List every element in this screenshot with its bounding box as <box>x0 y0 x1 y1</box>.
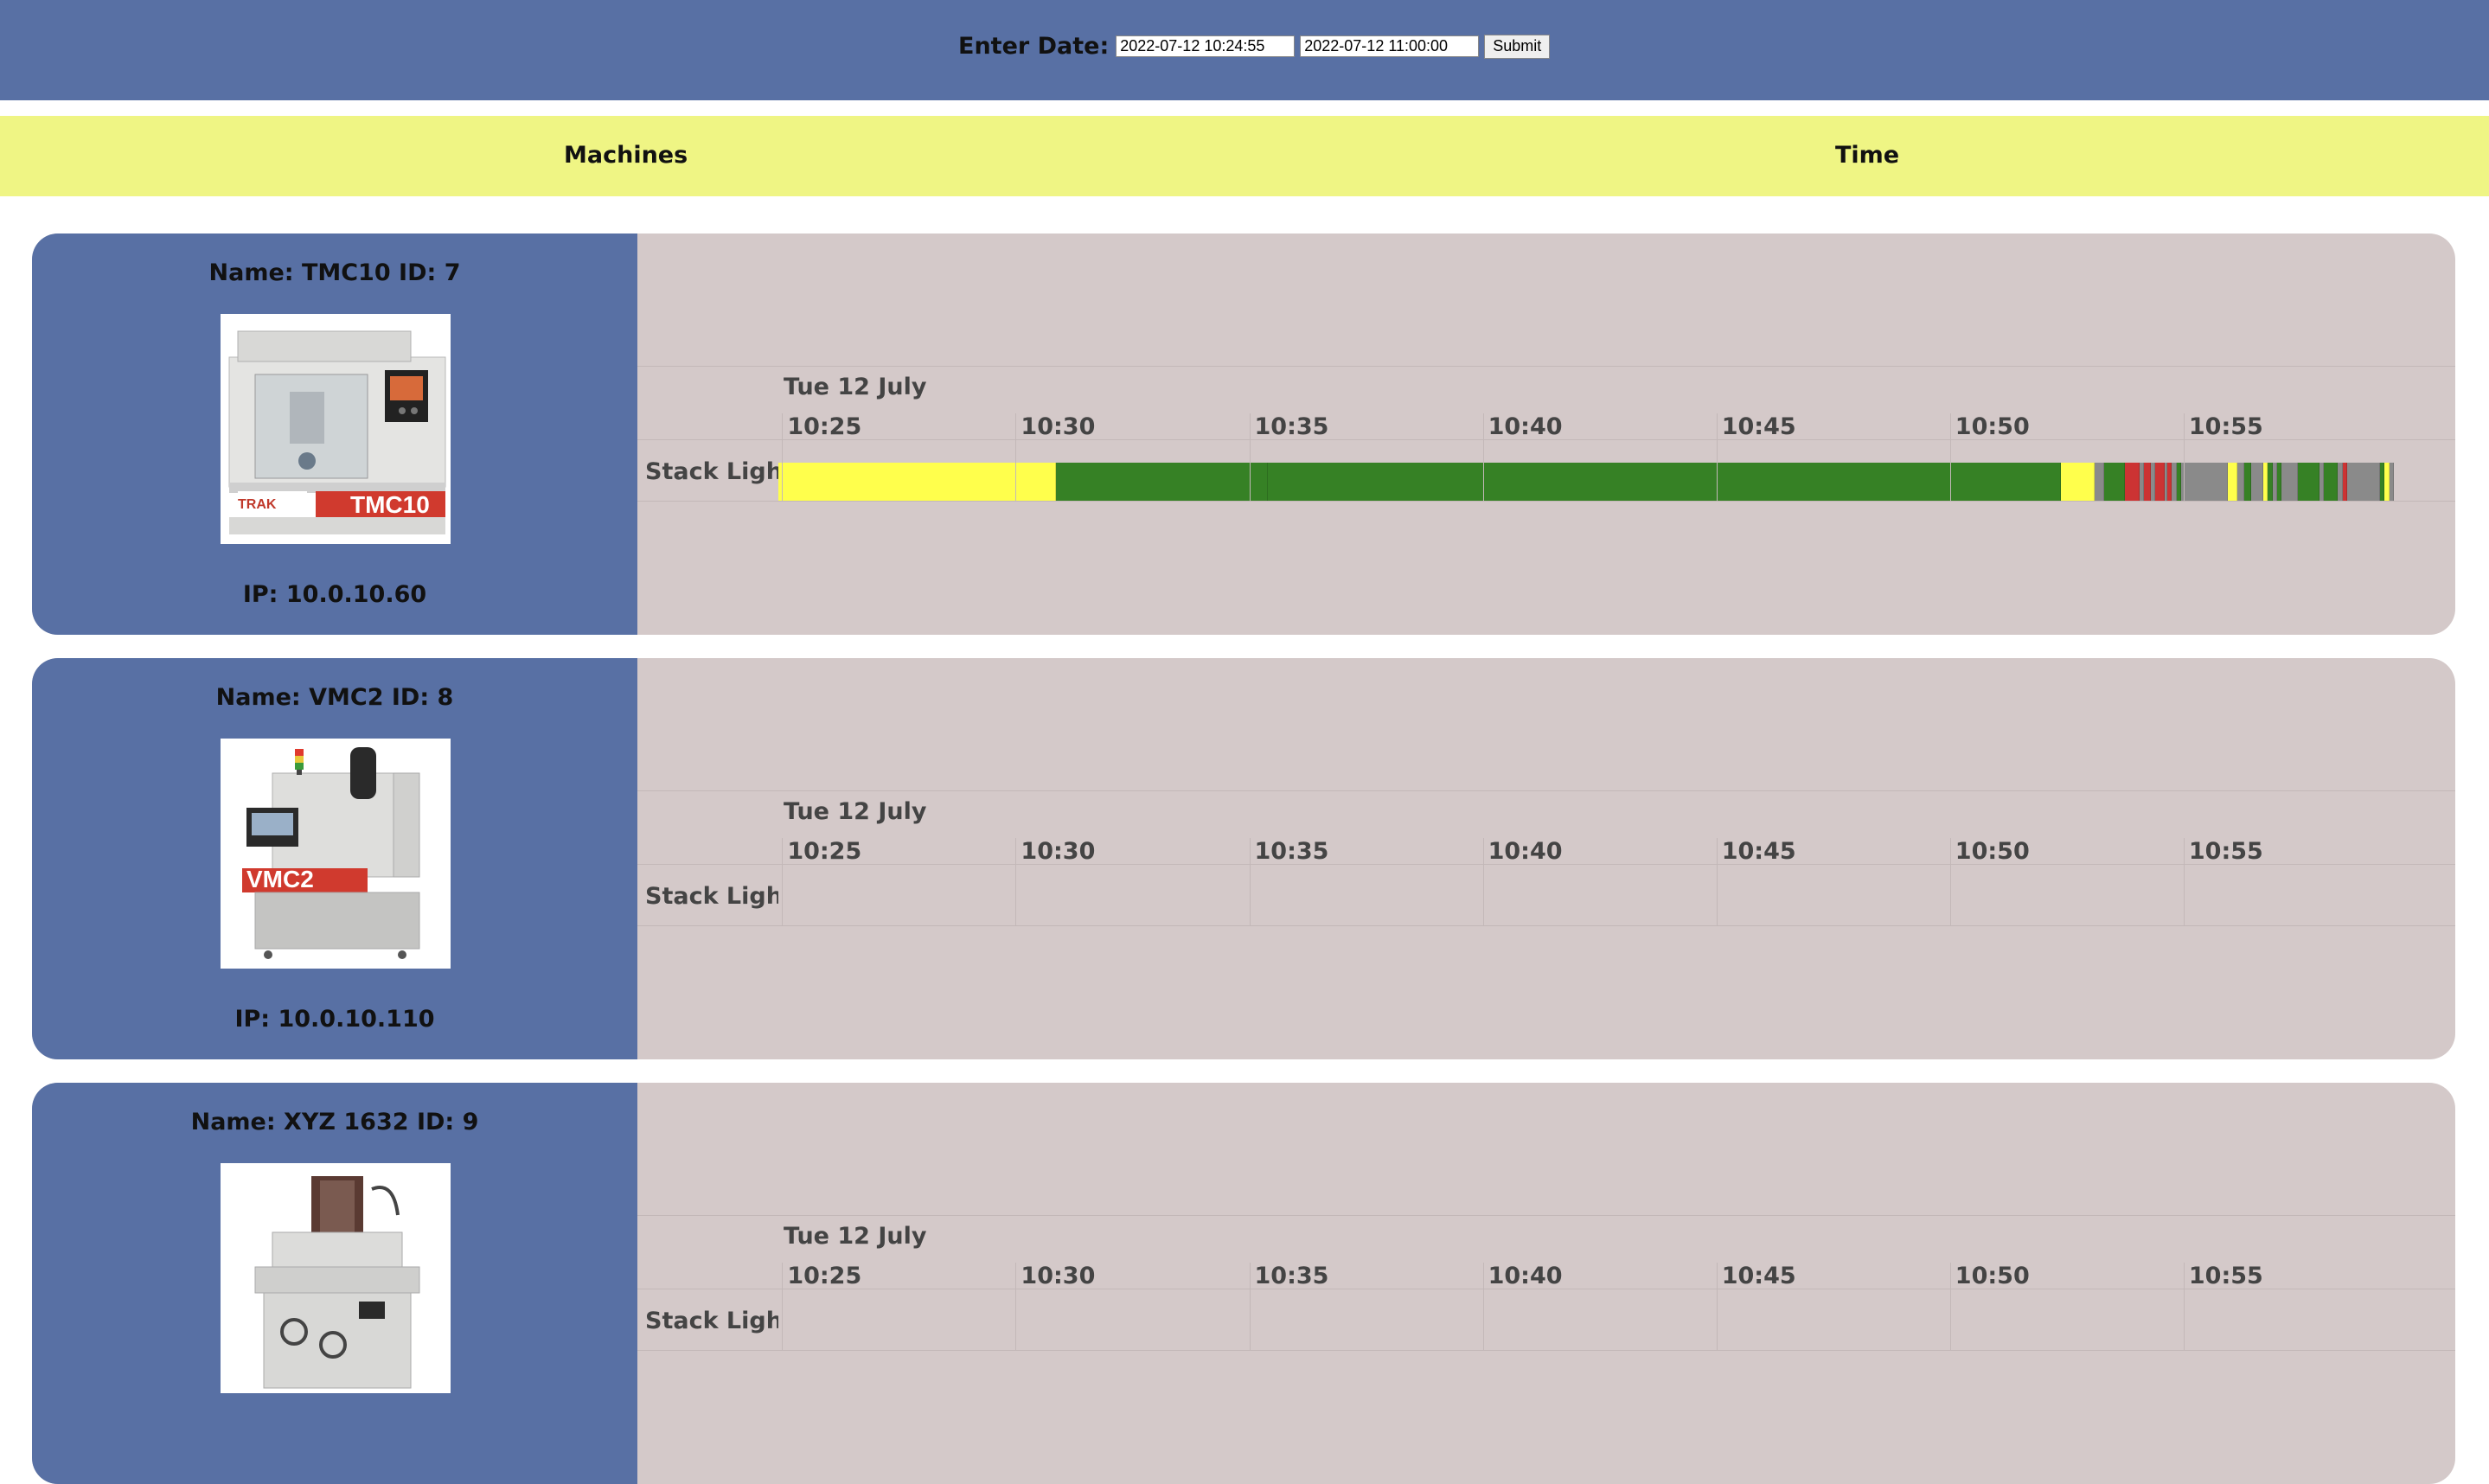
time-tick-label: 10:50 <box>1955 838 2030 865</box>
stack-light-label: Stack Light <box>645 1308 794 1334</box>
tick-gridline <box>1249 413 1251 501</box>
tick-gridline <box>2183 1263 2185 1350</box>
stack-light-segment-gray[interactable] <box>2181 463 2229 501</box>
timeline-date: Tue 12 July <box>784 374 927 400</box>
time-tick-label: 10:55 <box>2188 838 2263 865</box>
tick-gridline <box>1716 838 1718 925</box>
tick-gridline <box>1482 413 1484 501</box>
tick-gridline <box>1949 1263 1951 1350</box>
machine-card: Name: TMC10 ID: 7 TRAK TMC10 IP: 10.0.10… <box>32 233 2455 635</box>
image-machine-label: TMC10 <box>350 491 430 518</box>
time-tick-label: 10:30 <box>1021 1263 1096 1289</box>
time-column-title: Time <box>1835 142 1900 169</box>
machine-card: Name: VMC2 ID: 8 VMC2 IP: 10.0.10.110 Tu… <box>32 658 2455 1059</box>
time-tick-label: 10:30 <box>1021 413 1096 440</box>
time-tick-label: 10:50 <box>1955 413 2030 440</box>
tick-gridline <box>782 838 784 925</box>
stack-light-segment-green[interactable] <box>2323 463 2339 501</box>
time-tick-label: 10:35 <box>1254 413 1329 440</box>
stack-light-segment-yellow[interactable] <box>2228 463 2238 501</box>
machine-ip: IP: 10.0.10.110 <box>234 1006 435 1033</box>
stack-light-label: Stack Light <box>645 458 794 485</box>
machine-image <box>221 1163 451 1393</box>
time-tick-label: 10:45 <box>1721 838 1796 865</box>
time-tick-label: 10:25 <box>787 838 862 865</box>
brand-text: TRAK <box>238 497 277 512</box>
machine-name: Name: TMC10 ID: 7 <box>208 259 461 286</box>
time-tick-label: 10:30 <box>1021 838 1096 865</box>
time-tick-label: 10:40 <box>1488 838 1563 865</box>
tick-gridline <box>2183 413 2185 501</box>
stack-light-segment-gray[interactable] <box>2251 463 2263 501</box>
machine-info-panel: Name: XYZ 1632 ID: 9 <box>32 1083 637 1484</box>
stack-light-segment-red[interactable] <box>2155 463 2166 501</box>
stack-light-segment-green[interactable] <box>1056 463 1269 501</box>
machine-image: VMC2 <box>221 739 451 969</box>
column-header: Machines Time <box>0 116 2489 196</box>
stack-light-segment-green[interactable] <box>1268 463 2061 501</box>
stack-light-segment-gray[interactable] <box>2237 463 2245 501</box>
tick-gridline <box>782 1263 784 1350</box>
submit-button[interactable]: Submit <box>1484 34 1551 59</box>
machine-info-panel: Name: TMC10 ID: 7 TRAK TMC10 IP: 10.0.10… <box>32 233 637 635</box>
stack-light-segment-yellow[interactable] <box>2060 463 2095 501</box>
image-machine-label: VMC2 <box>246 866 314 892</box>
time-tick-label: 10:55 <box>2188 1263 2263 1289</box>
time-tick-label: 10:35 <box>1254 838 1329 865</box>
stack-light-bar <box>778 463 2417 501</box>
tick-gridline <box>1015 413 1017 501</box>
tick-gridline <box>1716 1263 1718 1350</box>
stack-light-segment-gray[interactable] <box>2346 463 2380 501</box>
machine-card: Name: XYZ 1632 ID: 9 Tue 12 July 10:25 10… <box>32 1083 2455 1484</box>
machines-column-title: Machines <box>564 142 688 169</box>
time-tick-label: 10:40 <box>1488 1263 1563 1289</box>
time-tick-label: 10:45 <box>1721 1263 1796 1289</box>
end-date-input[interactable] <box>1300 35 1480 57</box>
tick-gridline <box>1482 838 1484 925</box>
stack-light-segment-yellow[interactable] <box>778 463 1057 501</box>
stack-light-segment-green[interactable] <box>2298 463 2319 501</box>
time-tick-label: 10:25 <box>787 413 862 440</box>
date-label: Enter Date: <box>958 33 1110 60</box>
tick-gridline <box>2183 838 2185 925</box>
top-header: Enter Date: Submit <box>0 0 2489 100</box>
stack-light-label: Stack Light <box>645 883 794 910</box>
tick-gridline <box>782 413 784 501</box>
machine-name: Name: VMC2 ID: 8 <box>215 684 454 711</box>
machine-ip: IP: 10.0.10.60 <box>242 581 427 608</box>
tick-gridline <box>1249 1263 1251 1350</box>
time-tick-label: 10:40 <box>1488 413 1563 440</box>
tick-gridline <box>1015 838 1017 925</box>
date-range-form: Enter Date: Submit <box>958 33 1551 60</box>
tick-gridline <box>1015 1263 1017 1350</box>
stack-light-segment-green[interactable] <box>2244 463 2252 501</box>
machine-info-panel: Name: VMC2 ID: 8 VMC2 IP: 10.0.10.110 <box>32 658 637 1059</box>
time-tick-label: 10:25 <box>787 1263 862 1289</box>
stack-light-segment-gray[interactable] <box>2281 463 2299 501</box>
time-tick-label: 10:45 <box>1721 413 1796 440</box>
stack-light-segment-red[interactable] <box>2125 463 2140 501</box>
stack-light-segment-red[interactable] <box>2143 463 2152 501</box>
stack-light-bar <box>778 887 2417 925</box>
time-tick-label: 10:35 <box>1254 1263 1329 1289</box>
stack-light-segment-gray[interactable] <box>2095 463 2105 501</box>
stack-light-segment-green[interactable] <box>2104 463 2126 501</box>
tick-gridline <box>1949 413 1951 501</box>
tick-gridline <box>1716 413 1718 501</box>
tick-gridline <box>1949 838 1951 925</box>
timeline-chart: Tue 12 July 10:25 10:30 10:35 10:40 10:45 10:… <box>637 233 2455 635</box>
machine-name: Name: XYZ 1632 ID: 9 <box>190 1109 479 1135</box>
stack-light-segment-gray[interactable] <box>2389 463 2394 501</box>
timeline-date: Tue 12 July <box>784 798 927 825</box>
time-tick-label: 10:50 <box>1955 1263 2030 1289</box>
timeline-date: Tue 12 July <box>784 1223 927 1250</box>
start-date-input[interactable] <box>1116 35 1296 57</box>
time-tick-label: 10:55 <box>2188 413 2263 440</box>
timeline-chart: Tue 12 July 10:25 10:30 10:35 10:40 10:45 10:… <box>637 658 2455 1059</box>
machine-image: TRAK TMC10 <box>221 314 451 544</box>
tick-gridline <box>1249 838 1251 925</box>
tick-gridline <box>1482 1263 1484 1350</box>
timeline-chart: Tue 12 July 10:25 10:30 10:35 10:40 10:45 10:… <box>637 1083 2455 1484</box>
